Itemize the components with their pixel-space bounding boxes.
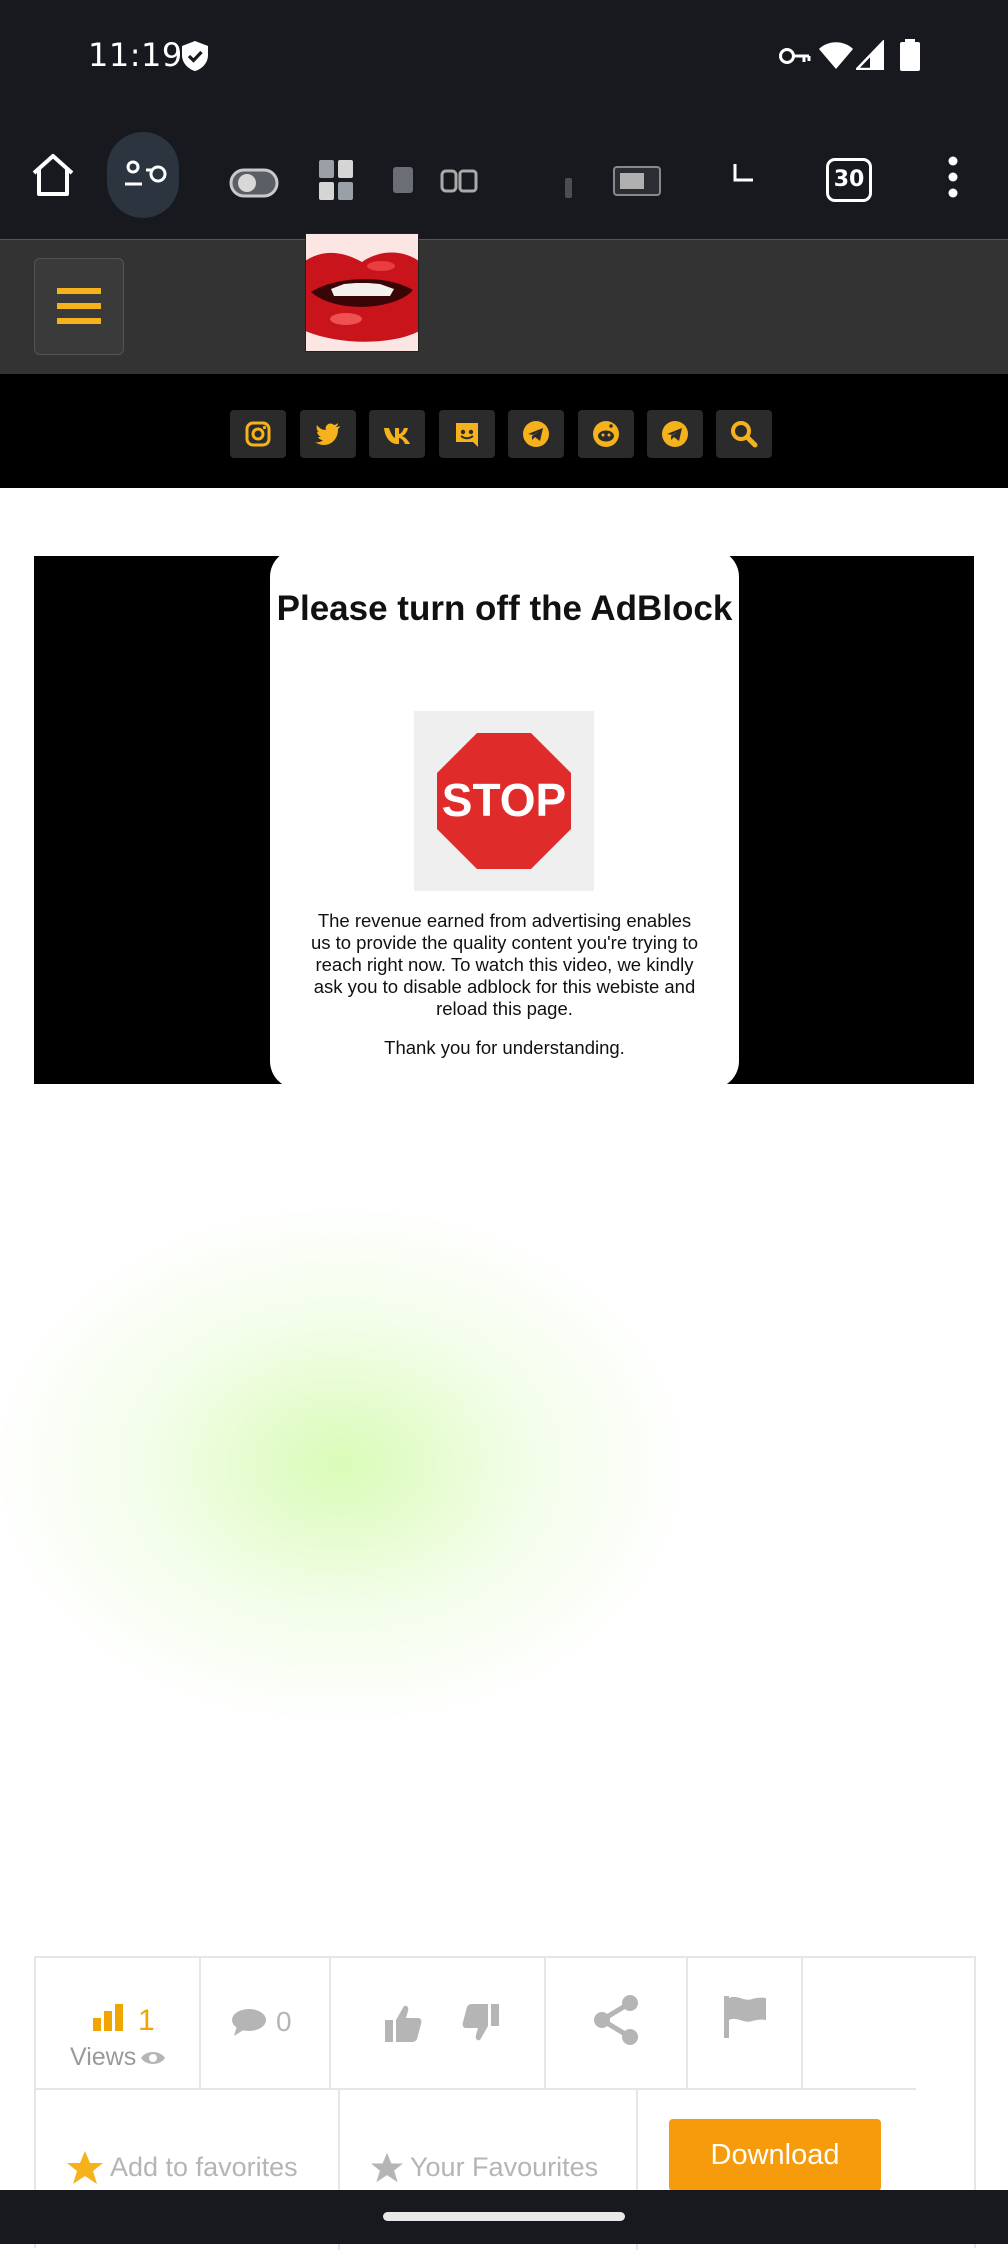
shield-check-icon xyxy=(182,41,208,71)
views-cell: 1 Views xyxy=(36,1958,201,2088)
tab-strip-icon xyxy=(393,167,478,193)
lips-logo xyxy=(306,234,418,351)
vpn-key-icon xyxy=(779,48,811,64)
search-button[interactable] xyxy=(716,410,772,458)
telegram-link-2[interactable] xyxy=(647,410,703,458)
reddit-icon xyxy=(593,421,619,447)
reddit-link[interactable] xyxy=(578,410,634,458)
add-favorites-label: Add to favorites xyxy=(110,2152,298,2182)
status-time: 11:19 xyxy=(88,36,183,74)
your-favourites-label: Your Favourites xyxy=(410,2152,599,2182)
adblock-modal: Please turn off the AdBlock STOP The rev… xyxy=(270,549,739,1089)
menu-button[interactable] xyxy=(34,258,124,355)
stop-sign-image: STOP xyxy=(414,711,594,891)
discord-icon xyxy=(456,423,478,447)
eye-icon xyxy=(141,2052,165,2064)
comments-cell[interactable]: 0 xyxy=(201,1958,331,2088)
telegram-icon xyxy=(662,421,688,447)
modal-thanks: Thank you for understanding. xyxy=(384,1037,625,1058)
comment-icon xyxy=(232,2009,266,2036)
thumbs-up-icon[interactable] xyxy=(383,2002,423,2044)
cell-signal-icon xyxy=(856,40,884,70)
telegram-link[interactable] xyxy=(508,410,564,458)
site-logo[interactable] xyxy=(305,233,419,352)
share-cell[interactable] xyxy=(546,1958,688,2088)
report-cell[interactable] xyxy=(688,1958,803,2088)
star-icon xyxy=(67,2151,103,2184)
twitter-icon xyxy=(315,423,340,445)
twitter-link[interactable] xyxy=(300,410,356,458)
tab-preview-icon xyxy=(613,166,661,196)
background-gradient xyxy=(0,1085,1008,1955)
vk-icon xyxy=(384,428,410,444)
thumbs-down-icon[interactable] xyxy=(461,2002,501,2044)
grid-icon[interactable] xyxy=(316,156,356,204)
instagram-icon xyxy=(245,421,271,447)
telegram-icon xyxy=(523,421,549,447)
star-icon xyxy=(371,2152,403,2183)
home-icon[interactable] xyxy=(30,153,76,197)
rating-cell xyxy=(331,1958,546,2088)
toggle-icon[interactable] xyxy=(228,162,280,202)
bar-chart-icon xyxy=(93,2004,123,2031)
cursor-icon xyxy=(733,164,753,182)
modal-message: The revenue earned from advertising enab… xyxy=(310,910,699,1019)
flag-icon xyxy=(724,1996,766,2038)
comments-count: 0 xyxy=(276,2006,292,2037)
more-vert-icon[interactable] xyxy=(944,155,962,199)
views-count: 1 xyxy=(138,2004,155,2037)
home-indicator[interactable] xyxy=(383,2212,625,2221)
download-button[interactable]: Download xyxy=(669,2119,881,2191)
stop-sign-icon: STOP xyxy=(437,733,571,869)
instagram-link[interactable] xyxy=(230,410,286,458)
site-header xyxy=(0,239,1008,375)
tab-thumb-icon xyxy=(565,178,572,198)
social-bar xyxy=(0,374,1008,488)
share-icon xyxy=(594,1995,638,2045)
wifi-icon xyxy=(819,42,853,69)
modal-title: Please turn off the AdBlock xyxy=(276,589,733,628)
hamburger-icon xyxy=(57,288,101,324)
incognito-icon xyxy=(125,160,167,186)
tab-count-button[interactable]: 30 xyxy=(826,158,872,202)
views-label: Views xyxy=(70,2043,137,2071)
battery-icon xyxy=(900,39,920,71)
discord-link[interactable] xyxy=(439,410,495,458)
search-icon xyxy=(731,421,758,448)
stop-text: STOP xyxy=(442,774,566,826)
vk-link[interactable] xyxy=(369,410,425,458)
